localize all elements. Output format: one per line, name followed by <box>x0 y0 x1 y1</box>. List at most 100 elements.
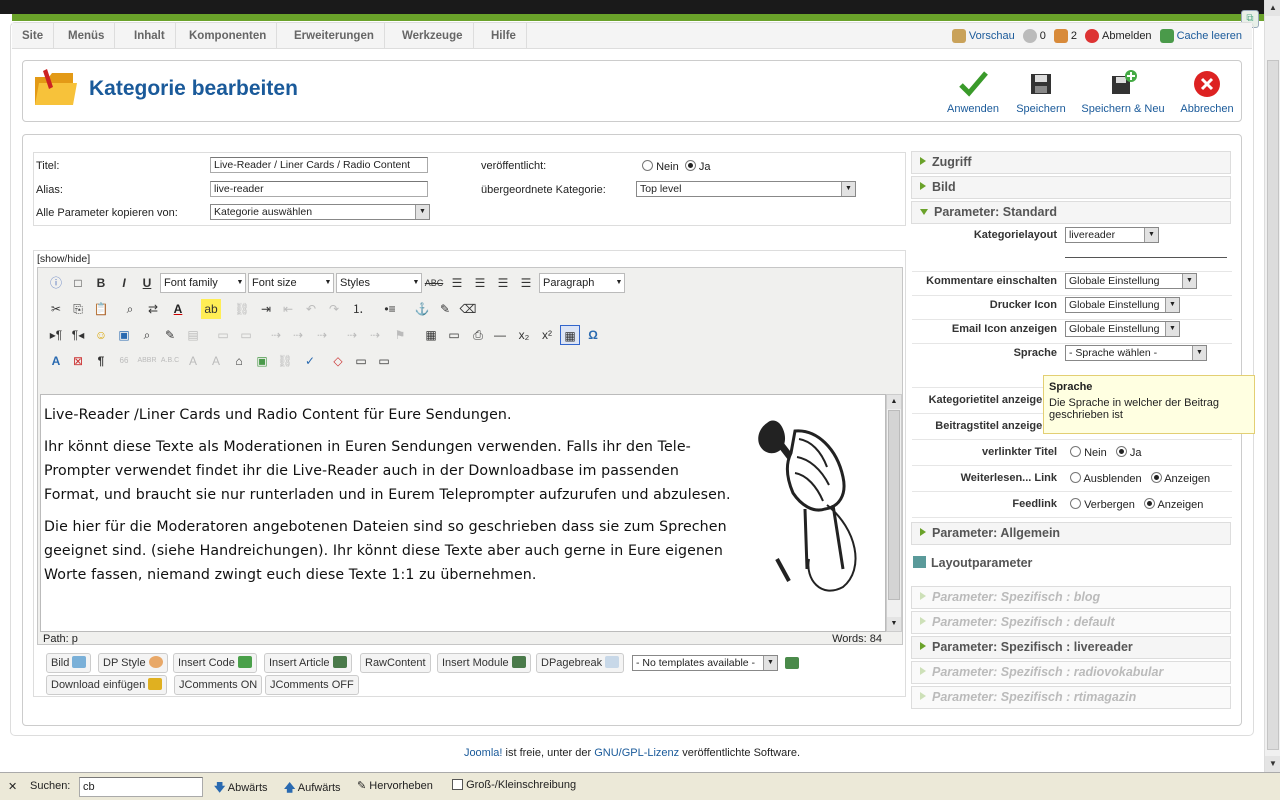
panel-specific-rtimagazin[interactable]: Parameter: Spezifisch : rtimagazin <box>911 686 1231 709</box>
comments-select[interactable]: Globale Einstellung ▼ <box>1065 273 1197 289</box>
eraser-icon[interactable]: ⌫ <box>458 299 478 319</box>
merge-icon[interactable]: ⇢ <box>288 325 308 345</box>
subscript-icon[interactable]: x₂ <box>514 325 534 345</box>
published-no-radio[interactable] <box>642 160 653 171</box>
readmore-hide-radio[interactable] <box>1070 472 1081 483</box>
template-icon[interactable]: ▭ <box>351 351 371 371</box>
align-center-icon[interactable]: ☰ <box>470 273 490 293</box>
new-document-icon[interactable]: □ <box>68 273 88 293</box>
print-icon-select[interactable]: Globale Einstellung ▼ <box>1065 297 1180 313</box>
format-select[interactable]: Paragraph ▼ <box>539 273 625 293</box>
users-count[interactable]: 2 <box>1053 29 1077 43</box>
template-apply-icon[interactable] <box>785 657 799 669</box>
highlight-button[interactable]: ✎ Hervorheben <box>357 779 433 792</box>
ins-icon[interactable]: A <box>206 351 226 371</box>
rtl-icon[interactable]: ¶◂ <box>68 325 88 345</box>
panel-access[interactable]: Zugriff <box>911 151 1231 174</box>
scroll-down-icon[interactable]: ▼ <box>1265 756 1280 772</box>
outdent-icon[interactable]: ⇤ <box>278 299 298 319</box>
templates-select[interactable]: - No templates available - ▼ <box>632 655 778 671</box>
paste-icon[interactable]: 📋 <box>91 299 111 319</box>
font-size-select[interactable]: Font size ▼ <box>248 273 334 293</box>
insert-module-button[interactable]: Insert Module <box>437 653 531 673</box>
insert-cell-icon[interactable]: ⇢ <box>312 325 332 345</box>
numbered-list-icon[interactable]: ⒈ <box>348 299 368 319</box>
strikethrough-icon[interactable]: ABC <box>424 273 444 293</box>
abbr-icon[interactable]: ABBR <box>137 351 157 371</box>
find-icon[interactable]: ⌕ <box>120 299 140 319</box>
menu-extensions[interactable]: Erweiterungen <box>284 23 385 49</box>
page-scrollbar[interactable]: ▲ ▼ <box>1264 0 1280 772</box>
link-icon[interactable]: ⛓ <box>275 351 295 371</box>
save-button[interactable]: Speichern <box>1013 69 1069 115</box>
anchor-icon[interactable]: ⚓ <box>412 299 432 319</box>
layer-icon[interactable]: ⇢ <box>365 325 385 345</box>
check-spelling-icon[interactable]: ✓ <box>300 351 320 371</box>
insert-date-icon[interactable]: ▤ <box>183 325 203 345</box>
readmore-show-radio[interactable] <box>1150 472 1162 483</box>
cleanup-icon[interactable]: ✎ <box>435 299 455 319</box>
underline-icon[interactable]: U <box>137 273 157 293</box>
show-hide-toggle[interactable]: [show/hide] <box>37 253 90 265</box>
ltr-icon[interactable]: ▸¶ <box>46 325 66 345</box>
title-input[interactable]: Live-Reader / Liner Cards / Radio Conten… <box>210 157 428 173</box>
menu-site[interactable]: Site <box>12 23 55 49</box>
scroll-down-icon[interactable]: ▼ <box>887 617 901 631</box>
panel-general[interactable]: Parameter: Allgemein <box>911 522 1231 545</box>
layers-icon[interactable]: ▭ <box>374 351 394 371</box>
find-next-button[interactable]: 🡇 Abwärts <box>214 779 268 798</box>
style-props-icon[interactable]: ⚑ <box>390 325 410 345</box>
spellcheck-icon[interactable]: A <box>46 351 66 371</box>
linked-no-radio[interactable] <box>1070 446 1081 457</box>
menu-menus[interactable]: Menüs <box>58 23 116 49</box>
indent-icon[interactable]: ⇥ <box>256 299 276 319</box>
font-family-select[interactable]: Font family ▼ <box>160 273 246 293</box>
insert-code-button[interactable]: Insert Code <box>173 653 257 673</box>
download-insert-button[interactable]: Download einfügen <box>46 675 168 695</box>
dpagebreak-button[interactable]: DPagebreak <box>536 653 625 673</box>
attribs-icon[interactable]: ⌂ <box>229 351 249 371</box>
menu-help[interactable]: Hilfe <box>481 23 527 49</box>
help-icon[interactable]: ⓘ <box>46 273 66 293</box>
bullet-list-icon[interactable]: •≡ <box>380 299 400 319</box>
image-icon[interactable]: ▣ <box>252 351 272 371</box>
feedlink-hide-radio[interactable] <box>1070 498 1081 509</box>
messages-count[interactable]: 0 <box>1022 29 1046 43</box>
fullscreen-icon[interactable]: ⊠ <box>68 351 88 371</box>
linked-yes-radio[interactable] <box>1115 446 1127 457</box>
cancel-button[interactable]: Abbrechen <box>1177 69 1237 115</box>
panel-image[interactable]: Bild <box>911 176 1231 199</box>
panel-specific-default[interactable]: Parameter: Spezifisch : default <box>911 611 1231 634</box>
scroll-up-icon[interactable]: ▲ <box>1265 0 1280 16</box>
print-icon[interactable]: ⎙ <box>468 325 488 345</box>
visual-aid-icon[interactable]: ▦ <box>560 325 580 345</box>
menu-components[interactable]: Komponenten <box>179 23 278 49</box>
panel-specific-blog[interactable]: Parameter: Spezifisch : blog <box>911 586 1231 609</box>
cache-link[interactable]: Cache leeren <box>1159 29 1242 43</box>
menu-tools[interactable]: Werkzeuge <box>392 23 474 49</box>
align-right-icon[interactable]: ☰ <box>493 273 513 293</box>
copy-icon[interactable]: ⎘ <box>68 299 88 319</box>
undo-icon[interactable]: ↶ <box>301 299 321 319</box>
panel-standard[interactable]: Parameter: Standard <box>911 201 1231 224</box>
preview-icon[interactable]: ⌕ <box>137 325 157 345</box>
cell-props-icon[interactable]: ▭ <box>236 325 256 345</box>
image-button[interactable]: Bild <box>46 653 92 673</box>
preview-link[interactable]: Vorschau <box>951 29 1015 43</box>
edit-icon[interactable]: ✎ <box>160 325 180 345</box>
align-left-icon[interactable]: ☰ <box>447 273 467 293</box>
hr-props-icon[interactable]: ▭ <box>444 325 464 345</box>
find-previous-button[interactable]: 🡅 Aufwärts <box>284 779 341 798</box>
special-char-icon[interactable]: Ω <box>583 325 603 345</box>
split-icon[interactable]: ⇢ <box>266 325 286 345</box>
rawcontent-button[interactable]: RawContent <box>360 653 431 673</box>
justify-icon[interactable]: ☰ <box>516 273 536 293</box>
move-icon[interactable]: ⇢ <box>342 325 362 345</box>
jcomments-off-button[interactable]: JComments OFF <box>265 675 359 695</box>
panel-specific-radiovokabular[interactable]: Parameter: Spezifisch : radiovokabular <box>911 661 1231 684</box>
find-close-icon[interactable]: ✕ <box>8 780 17 793</box>
editor-scrollbar[interactable]: ▲ ▼ <box>886 394 902 632</box>
copy-params-select[interactable]: Kategorie auswählen ▼ <box>210 204 430 220</box>
italic-icon[interactable]: I <box>114 273 134 293</box>
row-props-icon[interactable]: ▭ <box>213 325 233 345</box>
